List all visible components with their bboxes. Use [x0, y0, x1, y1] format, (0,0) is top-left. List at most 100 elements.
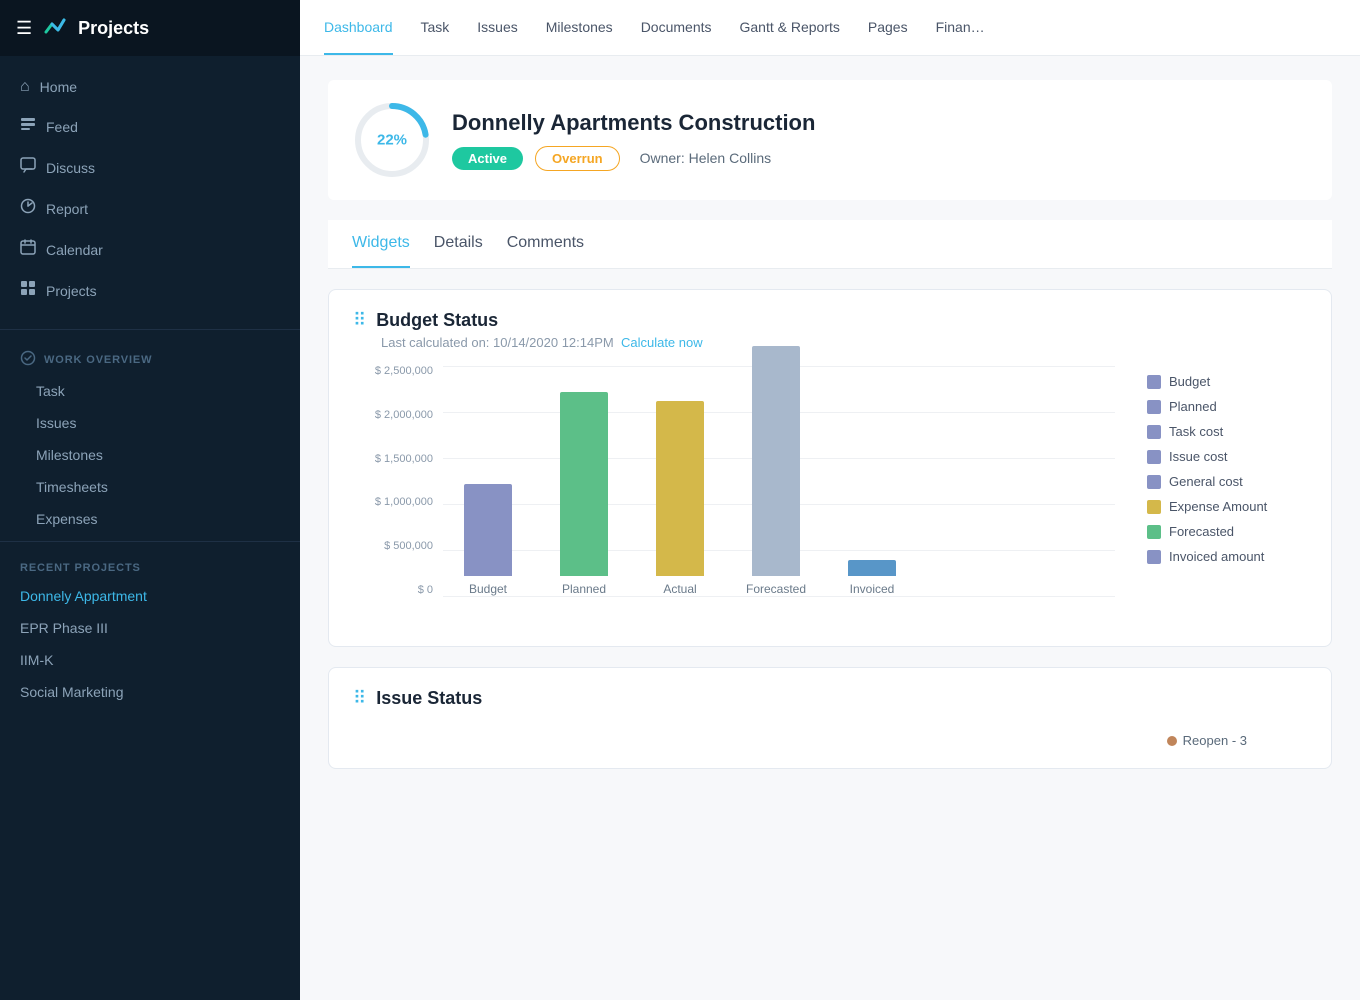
bar-planned-fill	[560, 392, 608, 576]
badge-overrun: Overrun	[535, 146, 620, 171]
issues-label: Issues	[36, 415, 76, 431]
nav-discuss[interactable]: Discuss	[0, 147, 300, 188]
recent-project-social[interactable]: Social Marketing	[0, 676, 300, 708]
budget-widget-header: ⠿ Budget Status	[353, 310, 1307, 331]
task-label: Task	[36, 383, 65, 399]
calendar-icon	[20, 239, 36, 260]
legend-general-cost-dot	[1147, 475, 1161, 489]
y-label-0: $ 0	[353, 585, 433, 596]
recent-project-donnely[interactable]: Donnely Appartment	[0, 580, 300, 612]
project-badges: Active Overrun Owner: Helen Collins	[452, 146, 1308, 171]
calculate-now-button[interactable]: Calculate now	[621, 335, 703, 350]
projects-icon	[20, 280, 36, 301]
chart-area: $ 0 $ 500,000 $ 1,000,000 $ 1,500,000 $ …	[353, 366, 1115, 626]
expenses-label: Expenses	[36, 511, 97, 527]
legend-general-cost-label: General cost	[1169, 474, 1243, 489]
bar-actual-label: Actual	[663, 582, 696, 596]
top-nav-pages[interactable]: Pages	[868, 1, 908, 55]
bar-forecasted-fill	[752, 346, 800, 576]
recent-projects-label: RECENT PROJECTS	[0, 548, 300, 580]
nav-calendar[interactable]: Calendar	[0, 229, 300, 270]
sidebar: ☰ Projects ⌂ Home Feed Discuss	[0, 0, 300, 1000]
legend-planned-dot	[1147, 400, 1161, 414]
tab-widgets[interactable]: Widgets	[352, 220, 410, 268]
legend-invoiced-dot	[1147, 550, 1161, 564]
bar-invoiced: Invoiced	[827, 560, 917, 596]
recent-project-donnely-label: Donnely Appartment	[20, 588, 147, 604]
nav-discuss-label: Discuss	[46, 160, 95, 176]
nav-feed[interactable]: Feed	[0, 106, 300, 147]
project-header: 22% Donnelly Apartments Construction Act…	[328, 80, 1332, 200]
milestones-label: Milestones	[36, 447, 103, 463]
project-info: Donnelly Apartments Construction Active …	[452, 110, 1308, 171]
bar-forecasted-label: Forecasted	[746, 582, 806, 596]
nav-report[interactable]: Report	[0, 188, 300, 229]
top-nav-gantt[interactable]: Gantt & Reports	[740, 1, 840, 55]
bar-forecasted: Forecasted	[731, 346, 821, 596]
main-panel: Dashboard Task Issues Milestones Documen…	[300, 0, 1360, 1000]
budget-subtitle-text: Last calculated on: 10/14/2020 12:14PM	[381, 335, 614, 350]
hamburger-icon[interactable]: ☰	[16, 18, 32, 39]
chart-container: $ 0 $ 500,000 $ 1,000,000 $ 1,500,000 $ …	[353, 366, 1307, 626]
report-icon	[20, 198, 36, 219]
y-label-25m: $ 2,500,000	[353, 366, 433, 377]
sidebar-item-issues[interactable]: Issues	[0, 407, 300, 439]
top-nav-finance[interactable]: Finan…	[936, 1, 985, 55]
content-area: 22% Donnelly Apartments Construction Act…	[300, 56, 1360, 1000]
brand-logo: Projects	[42, 14, 149, 42]
progress-circle: 22%	[352, 100, 432, 180]
issue-widget-title: Issue Status	[376, 688, 482, 709]
legend-budget-dot	[1147, 375, 1161, 389]
sidebar-header: ☰ Projects	[0, 0, 300, 56]
top-nav-documents[interactable]: Documents	[641, 1, 712, 55]
nav-projects[interactable]: Projects	[0, 270, 300, 311]
sidebar-item-task[interactable]: Task	[0, 375, 300, 407]
recent-project-epr-label: EPR Phase III	[20, 620, 108, 636]
sidebar-item-milestones[interactable]: Milestones	[0, 439, 300, 471]
sidebar-divider-2	[0, 541, 300, 542]
bar-invoiced-fill	[848, 560, 896, 576]
reopen-label: Reopen - 3	[1183, 733, 1247, 748]
bar-actual-fill	[656, 401, 704, 576]
nav-home[interactable]: ⌂ Home	[0, 68, 300, 106]
bar-budget: Budget	[443, 484, 533, 596]
work-overview-label: WORK OVERVIEW	[44, 354, 152, 366]
legend-task-cost-label: Task cost	[1169, 424, 1223, 439]
legend-forecasted: Forecasted	[1147, 524, 1307, 539]
recent-project-epr[interactable]: EPR Phase III	[0, 612, 300, 644]
nav-feed-label: Feed	[46, 119, 78, 135]
chart-legend: Budget Planned Task cost Issue cost	[1147, 366, 1307, 564]
timesheets-label: Timesheets	[36, 479, 108, 495]
home-icon: ⌂	[20, 78, 30, 96]
top-nav-milestones[interactable]: Milestones	[546, 1, 613, 55]
top-nav-dashboard[interactable]: Dashboard	[324, 1, 393, 55]
bar-planned: Planned	[539, 392, 629, 596]
sidebar-item-expenses[interactable]: Expenses	[0, 503, 300, 535]
tab-comments[interactable]: Comments	[507, 220, 584, 268]
legend-expense-label: Expense Amount	[1169, 499, 1267, 514]
bar-actual: Actual	[635, 401, 725, 596]
reopen-badge: Reopen - 3	[1167, 733, 1247, 748]
recent-project-iimk-label: IIM-K	[20, 652, 53, 668]
nav-calendar-label: Calendar	[46, 242, 103, 258]
y-label-15m: $ 1,500,000	[353, 454, 433, 465]
issue-widget: ⠿ Issue Status Reopen - 3	[328, 667, 1332, 769]
nav-report-label: Report	[46, 201, 88, 217]
sidebar-item-timesheets[interactable]: Timesheets	[0, 471, 300, 503]
legend-task-cost-dot	[1147, 425, 1161, 439]
legend-budget: Budget	[1147, 374, 1307, 389]
legend-task-cost: Task cost	[1147, 424, 1307, 439]
recent-project-iimk[interactable]: IIM-K	[0, 644, 300, 676]
legend-planned-label: Planned	[1169, 399, 1217, 414]
budget-widget-subtitle: Last calculated on: 10/14/2020 12:14PM C…	[381, 335, 1307, 350]
legend-budget-label: Budget	[1169, 374, 1210, 389]
legend-invoiced-amount: Invoiced amount	[1147, 549, 1307, 564]
bar-invoiced-label: Invoiced	[850, 582, 895, 596]
discuss-icon	[20, 157, 36, 178]
top-nav-task[interactable]: Task	[421, 1, 450, 55]
tab-details[interactable]: Details	[434, 220, 483, 268]
badge-active: Active	[452, 147, 523, 170]
y-label-500k: $ 500,000	[353, 541, 433, 552]
bar-budget-label: Budget	[469, 582, 507, 596]
top-nav-issues[interactable]: Issues	[477, 1, 517, 55]
